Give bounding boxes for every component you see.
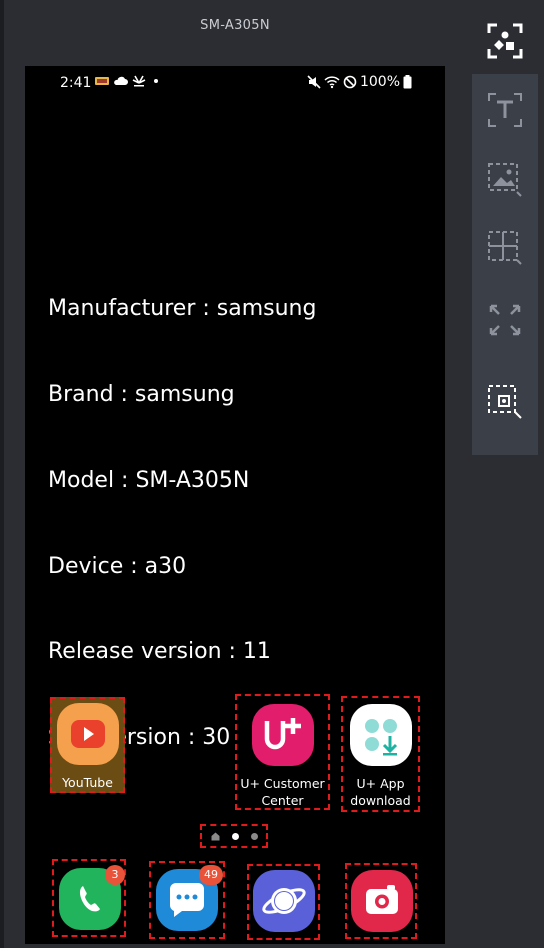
app-download-label-line2: download: [350, 792, 411, 808]
camera-icon: [351, 870, 413, 932]
battery-percent: 100%: [359, 74, 400, 90]
app-uplus-label: U+ Customer Center: [237, 776, 328, 809]
phone-badge: 3: [105, 865, 125, 885]
image-select-tool[interactable]: [487, 162, 523, 198]
dock-messages[interactable]: 49: [149, 861, 225, 939]
notification-icon: [95, 77, 109, 85]
messages-badge: 49: [199, 865, 223, 885]
no-sign-icon: [343, 75, 357, 89]
model-line: Model : SM-A305N: [48, 467, 250, 493]
image-select-icon: [488, 163, 522, 197]
page-dot-current: [231, 832, 239, 840]
expand-icon: [489, 304, 521, 336]
element-select-tool[interactable]: [487, 384, 523, 420]
expand-tool[interactable]: [487, 302, 523, 338]
element-select-icon: [488, 385, 522, 419]
app-youtube-label: YouTube: [62, 775, 113, 790]
page-dot: [250, 832, 258, 840]
dock-phone[interactable]: 3: [52, 859, 126, 937]
capture-button[interactable]: [486, 22, 524, 60]
home-page-icon: [211, 832, 219, 840]
dock-internet[interactable]: [247, 864, 320, 940]
device-screen[interactable]: 2:41 100% Manufacturer: samsung Brand:…: [25, 66, 445, 944]
youtube-icon: [57, 703, 119, 765]
page-indicator[interactable]: [200, 824, 268, 848]
text-select-icon: [488, 93, 522, 127]
app-uplus-label-line1: U+ Customer: [240, 776, 325, 791]
app-download-icon: [350, 704, 412, 766]
cloud-icon: [114, 76, 128, 85]
dock-camera[interactable]: [345, 863, 417, 939]
internet-icon: [253, 870, 315, 932]
uplus-icon: [252, 704, 314, 766]
text-select-tool[interactable]: [487, 92, 523, 128]
status-right: 100%: [307, 74, 412, 90]
battery-icon: [403, 75, 412, 89]
status-time: 2:41: [60, 75, 92, 91]
status-left-icons: [95, 75, 160, 87]
app-uplus-customer-center[interactable]: U+ Customer Center: [235, 694, 330, 810]
release-version-line: Release version : 11: [48, 639, 271, 665]
grid-select-icon: [488, 231, 522, 265]
grid-select-tool[interactable]: [487, 230, 523, 266]
tool-panel: [472, 74, 538, 455]
huawei-news-icon: [132, 75, 146, 87]
brand-line: Brand : samsung: [48, 381, 235, 407]
wifi-icon: [324, 76, 340, 89]
window-left-edge: [0, 0, 4, 948]
capture-icon: [487, 23, 523, 59]
app-download-label: U+ App download: [343, 776, 418, 809]
manufacturer-line: Manufacturer : samsung: [48, 296, 317, 322]
app-uplus-label-line2: Center: [261, 792, 304, 808]
dot-icon: [154, 79, 158, 83]
status-bar: 2:41 100%: [25, 66, 445, 100]
device-line: Device : a30: [48, 553, 187, 579]
app-youtube[interactable]: YouTube: [50, 697, 125, 793]
mute-icon: [307, 75, 321, 89]
device-title: SM-A305N: [200, 18, 270, 33]
app-download-label-line1: U+ App: [356, 776, 405, 791]
app-uplus-app-download[interactable]: U+ App download: [341, 696, 420, 812]
